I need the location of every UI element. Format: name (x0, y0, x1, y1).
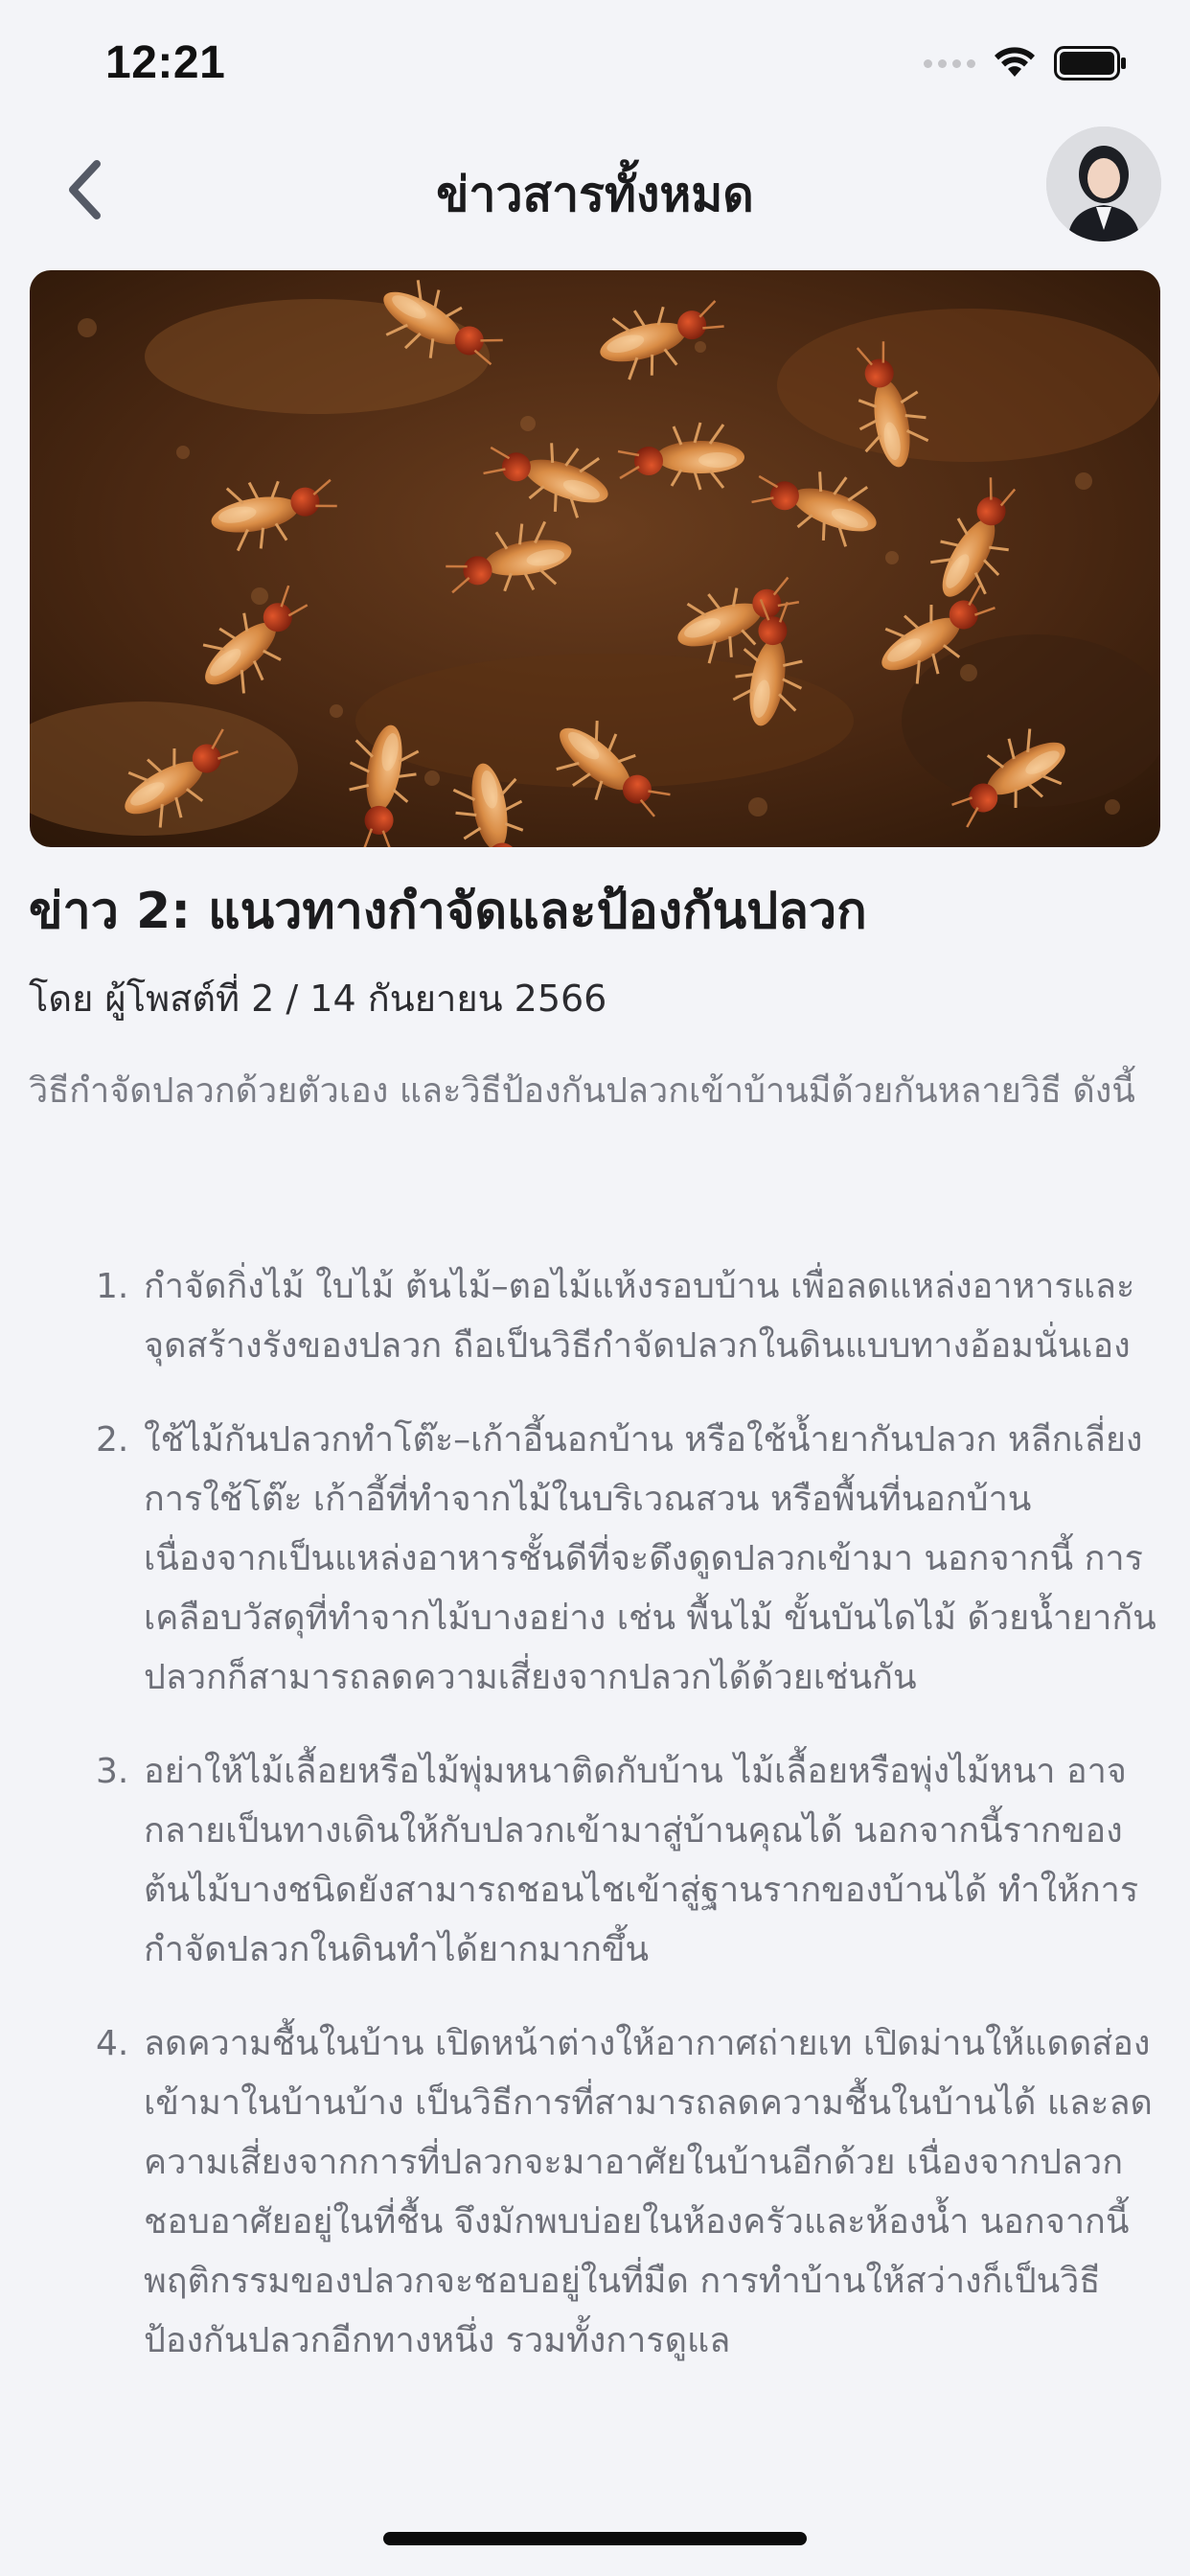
home-indicator[interactable] (383, 2532, 807, 2545)
list-item-text: ใช้ไม้กันปลวกทำโต๊ะ–เก้าอี้นอกบ้าน หรือใ… (144, 1420, 1156, 1697)
list-item: 2. ใช้ไม้กันปลวกทำโต๊ะ–เก้าอี้นอกบ้าน หร… (96, 1411, 1159, 1708)
article-steps-list: 1. กำจัดกิ่งไม้ ใบไม้ ต้นไม้–ตอไม้แห้งรอ… (96, 1257, 1159, 2405)
list-item-number: 2. (96, 1420, 129, 1460)
list-item-number: 3. (96, 1752, 129, 1791)
list-item-number: 4. (96, 2024, 129, 2063)
list-item: 3. อย่าให้ไม้เลื้อยหรือไม้พุ่มหนาติดกับบ… (96, 1742, 1159, 1980)
list-item: 4. ลดความชื้นในบ้าน เปิดหน้าต่างให้อากาศ… (96, 2014, 1159, 2371)
list-item-text: ลดความชื้นในบ้าน เปิดหน้าต่างให้อากาศถ่า… (144, 2024, 1153, 2360)
news-detail-screen: 12:21 ข่าวสารทั้งหมด ข่าว 2: แนวทางกำจัด… (0, 0, 1190, 2576)
list-item: 1. กำจัดกิ่งไม้ ใบไม้ ต้นไม้–ตอไม้แห้งรอ… (96, 1257, 1159, 1376)
list-item-text: อย่าให้ไม้เลื้อยหรือไม้พุ่มหนาติดกับบ้าน… (144, 1752, 1139, 1969)
list-item-text: กำจัดกิ่งไม้ ใบไม้ ต้นไม้–ตอไม้แห้งรอบบ้… (144, 1267, 1135, 1366)
article-body-viewport[interactable]: 1. กำจัดกิ่งไม้ ใบไม้ ต้นไม้–ตอไม้แห้งรอ… (0, 0, 1190, 2472)
list-item-number: 1. (96, 1267, 129, 1306)
